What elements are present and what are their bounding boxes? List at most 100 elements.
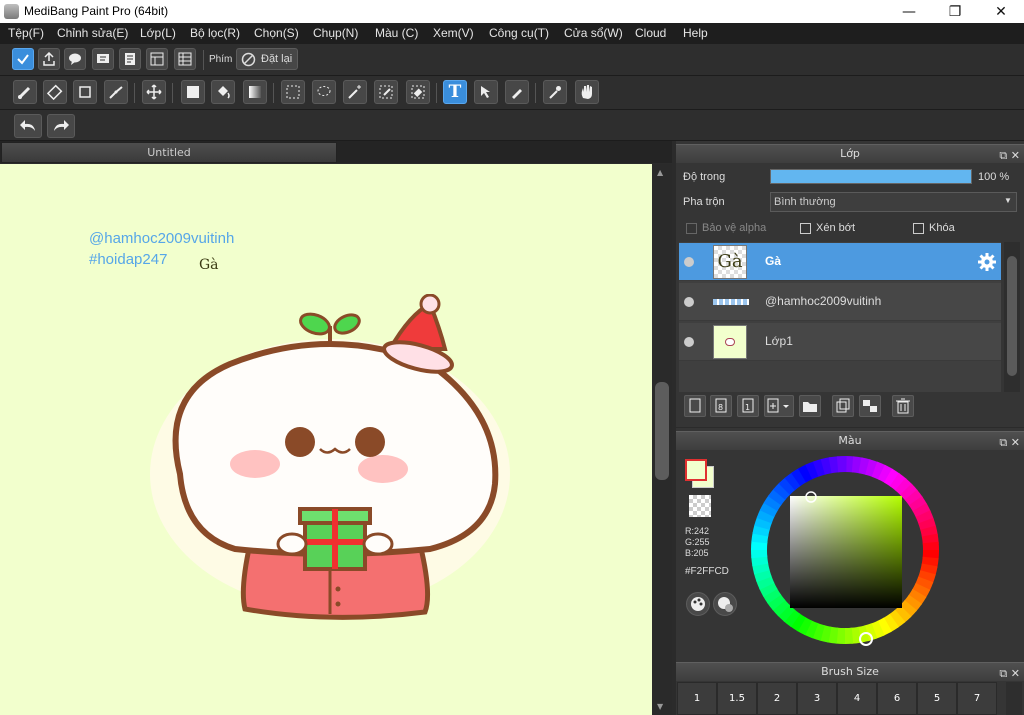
speech-bubble-icon[interactable] [64, 48, 86, 70]
blend-select[interactable]: Bình thường ▼ [770, 192, 1017, 212]
menu-file[interactable]: Tệp(F) [8, 26, 44, 40]
brush-size-title: Brush Size [821, 665, 879, 678]
opacity-value: 100 % [978, 171, 1010, 183]
merge-layer-icon[interactable] [859, 395, 881, 417]
line-tool-icon[interactable] [104, 80, 128, 104]
visibility-icon[interactable] [684, 297, 694, 307]
brush-size-cell[interactable]: 6 [877, 682, 917, 715]
folder-icon[interactable] [799, 395, 821, 417]
select-rect-icon[interactable] [281, 80, 305, 104]
layer-item-handle[interactable]: @hamhoc2009vuitinh [679, 283, 1001, 321]
brush-size-header: Brush Size ⧉ ✕ [676, 662, 1024, 681]
close-button[interactable]: ✕ [978, 0, 1024, 23]
hand-icon[interactable] [575, 80, 599, 104]
dock-close-icon[interactable]: ⧉ ✕ [999, 147, 1020, 165]
layer-item-ga[interactable]: Gà Gà [679, 243, 1001, 281]
gear-icon[interactable] [977, 252, 997, 272]
menu-help[interactable]: Help [683, 26, 708, 40]
tool-bar: T [0, 76, 1024, 110]
canvas-scrollbar[interactable]: ▲ ▼ [652, 164, 672, 715]
trash-icon[interactable] [892, 395, 914, 417]
dock-close-icon[interactable]: ⧉ ✕ [999, 665, 1020, 683]
reset-button[interactable]: Đặt lại [236, 48, 298, 70]
panel-layout-icon[interactable] [146, 48, 168, 70]
menu-color[interactable]: Màu (C) [375, 26, 418, 40]
export-icon[interactable] [38, 48, 60, 70]
lasso-icon[interactable] [312, 80, 336, 104]
text-tool-icon[interactable]: T [443, 80, 467, 104]
divider [134, 83, 135, 103]
layer-scrollbar[interactable] [1004, 242, 1020, 392]
chevron-down-icon: ▼ [1004, 196, 1012, 205]
visibility-icon[interactable] [684, 257, 694, 267]
eraser-icon[interactable] [43, 80, 67, 104]
new-1bit-layer-icon[interactable]: 1 [737, 395, 759, 417]
undo-icon[interactable] [14, 114, 42, 138]
brush-size-cell[interactable]: 7 [957, 682, 997, 715]
palette-settings-icon[interactable] [713, 592, 737, 616]
color-wheel[interactable] [742, 450, 948, 650]
comment-icon[interactable] [92, 48, 114, 70]
color-panel-header: Màu ⧉ ✕ [676, 431, 1024, 450]
scroll-thumb[interactable] [655, 382, 669, 480]
minimize-button[interactable]: — [886, 0, 932, 23]
new-layer-icon[interactable] [684, 395, 706, 417]
redo-icon[interactable] [47, 114, 75, 138]
menu-tools[interactable]: Công cụ(T) [489, 26, 549, 40]
menu-window[interactable]: Cửa sổ(W) [564, 26, 623, 40]
bucket-icon[interactable] [211, 80, 235, 104]
brush-size-cell[interactable]: 1 [677, 682, 717, 715]
canvas-tab[interactable]: Untitled [1, 142, 337, 163]
blend-label: Pha trộn [683, 196, 725, 208]
red-value: R:242 [685, 526, 710, 536]
brush-size-cell[interactable]: 2 [757, 682, 797, 715]
select-eraser-icon[interactable] [406, 80, 430, 104]
operation-tool-icon[interactable] [474, 80, 498, 104]
brush-size-cell[interactable]: 3 [797, 682, 837, 715]
menu-cloud[interactable]: Cloud [635, 26, 666, 40]
menu-capture[interactable]: Chụp(N) [313, 26, 358, 40]
check-icon[interactable] [12, 48, 34, 70]
fill-rect-icon[interactable] [181, 80, 205, 104]
menu-layer[interactable]: Lớp(L) [140, 26, 176, 40]
protect-alpha-checkbox[interactable] [686, 223, 697, 234]
scroll-down-icon[interactable]: ▼ [657, 702, 663, 711]
brush-size-cell[interactable]: 5 [917, 682, 957, 715]
canvas-text-ga: Gà [199, 257, 219, 273]
brush-size-cell[interactable]: 1.5 [717, 682, 757, 715]
lock-checkbox[interactable] [913, 223, 924, 234]
maximize-button[interactable]: ❐ [932, 0, 978, 23]
protect-alpha-label: Bảo vệ alpha [702, 222, 767, 234]
layer-panel-title: Lớp [840, 147, 860, 160]
new-8bit-layer-icon[interactable]: 8 [710, 395, 732, 417]
transparent-swatch[interactable] [689, 495, 711, 517]
brush-size-cell[interactable]: 4 [837, 682, 877, 715]
move-icon[interactable] [142, 80, 166, 104]
rectangle-icon[interactable] [73, 80, 97, 104]
add-layer-menu-icon[interactable] [764, 395, 794, 417]
menu-filter[interactable]: Bộ lọc(R) [190, 26, 240, 40]
menu-view[interactable]: Xem(V) [433, 26, 474, 40]
eyedropper-icon[interactable] [543, 80, 567, 104]
blur-tool-icon[interactable] [505, 80, 529, 104]
brush-size-scrollbar[interactable] [1006, 682, 1022, 715]
foreground-color-swatch[interactable] [685, 459, 707, 481]
palette-icon[interactable] [686, 592, 710, 616]
menu-edit[interactable]: Chỉnh sửa(E) [57, 26, 128, 40]
select-pen-icon[interactable] [374, 80, 398, 104]
opacity-slider[interactable] [770, 169, 972, 184]
visibility-icon[interactable] [684, 337, 694, 347]
layer-item-layer1[interactable]: Lớp1 [679, 323, 1001, 361]
magic-wand-icon[interactable] [343, 80, 367, 104]
canvas-text-tag: #hoidap247 [89, 251, 168, 268]
dock-close-icon[interactable]: ⧉ ✕ [999, 434, 1020, 452]
scroll-up-icon[interactable]: ▲ [657, 168, 663, 177]
grid-settings-icon[interactable] [174, 48, 196, 70]
brush-icon[interactable] [13, 80, 37, 104]
gradient-icon[interactable] [243, 80, 267, 104]
document-icon[interactable] [119, 48, 141, 70]
clip-checkbox[interactable] [800, 223, 811, 234]
duplicate-layer-icon[interactable] [832, 395, 854, 417]
drawing-canvas[interactable]: @hamhoc2009vuitinh #hoidap247 Gà [0, 164, 652, 715]
menu-select[interactable]: Chọn(S) [254, 26, 299, 40]
